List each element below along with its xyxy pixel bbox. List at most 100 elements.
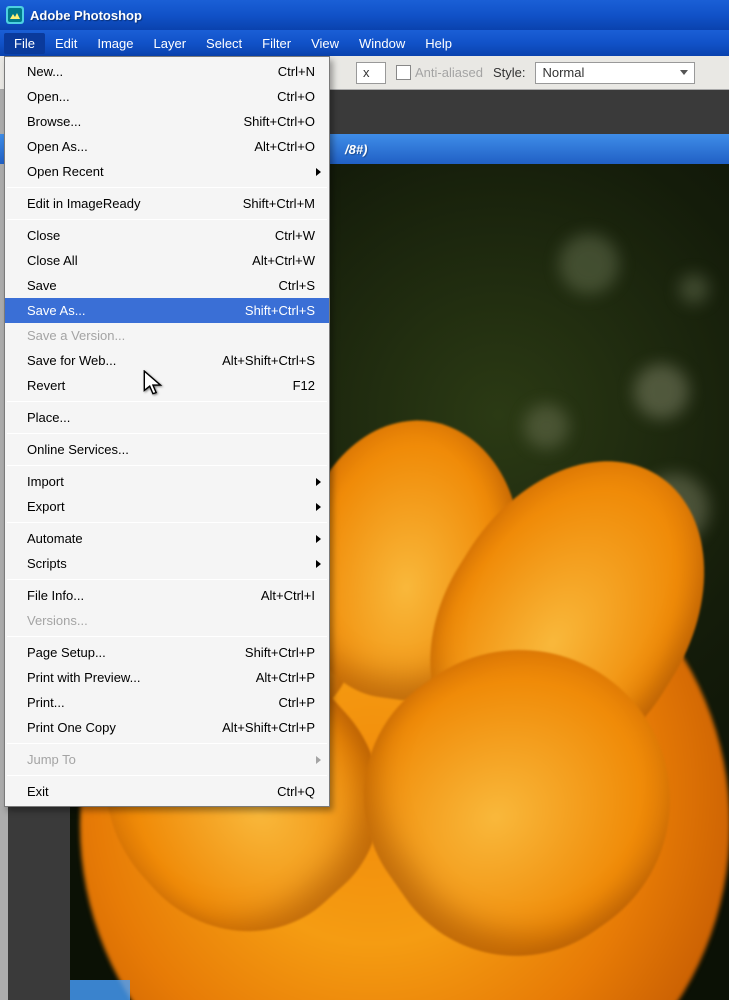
menu-view[interactable]: View (301, 33, 349, 54)
window-titlebar: Adobe Photoshop (0, 0, 729, 30)
menu-item-shortcut: Ctrl+W (195, 228, 315, 243)
app-title: Adobe Photoshop (30, 8, 142, 23)
menu-item-label: Open Recent (27, 164, 315, 179)
menu-item-label: Print One Copy (27, 720, 195, 735)
menu-item-save-for-web[interactable]: Save for Web...Alt+Shift+Ctrl+S (5, 348, 329, 373)
menu-item-label: Edit in ImageReady (27, 196, 195, 211)
menu-item-exit[interactable]: ExitCtrl+Q (5, 779, 329, 804)
menu-item-place[interactable]: Place... (5, 405, 329, 430)
menu-item-shortcut: Alt+Shift+Ctrl+S (195, 353, 315, 368)
menu-item-shortcut: Shift+Ctrl+M (195, 196, 315, 211)
menu-item-shortcut: Ctrl+Q (195, 784, 315, 799)
menu-item-label: Import (27, 474, 315, 489)
submenu-arrow-icon (316, 560, 321, 568)
anti-aliased-label: Anti-aliased (415, 65, 483, 80)
submenu-arrow-icon (316, 535, 321, 543)
background-bokeh (559, 234, 619, 294)
menu-item-new[interactable]: New...Ctrl+N (5, 59, 329, 84)
style-select[interactable]: Normal (535, 62, 695, 84)
menu-item-shortcut: Shift+Ctrl+P (195, 645, 315, 660)
menu-item-close[interactable]: CloseCtrl+W (5, 223, 329, 248)
menu-image[interactable]: Image (87, 33, 143, 54)
menu-item-close-all[interactable]: Close AllAlt+Ctrl+W (5, 248, 329, 273)
menu-item-label: Scripts (27, 556, 315, 571)
submenu-arrow-icon (316, 478, 321, 486)
menu-item-label: Export (27, 499, 315, 514)
menu-item-label: Save As... (27, 303, 195, 318)
menu-item-shortcut: Shift+Ctrl+O (195, 114, 315, 129)
menu-separator (7, 433, 327, 434)
menubar: FileEditImageLayerSelectFilterViewWindow… (0, 30, 729, 56)
menu-item-label: Close All (27, 253, 195, 268)
menu-item-open-recent[interactable]: Open Recent (5, 159, 329, 184)
menu-item-print-one-copy[interactable]: Print One CopyAlt+Shift+Ctrl+P (5, 715, 329, 740)
menu-item-label: Online Services... (27, 442, 315, 457)
anti-aliased-option: Anti-aliased (396, 65, 483, 80)
menu-item-print[interactable]: Print...Ctrl+P (5, 690, 329, 715)
menu-item-file-info[interactable]: File Info...Alt+Ctrl+I (5, 583, 329, 608)
options-px-field[interactable]: x (356, 62, 386, 84)
menu-item-revert[interactable]: RevertF12 (5, 373, 329, 398)
menu-item-save[interactable]: SaveCtrl+S (5, 273, 329, 298)
menu-item-import[interactable]: Import (5, 469, 329, 494)
chevron-down-icon (680, 70, 688, 75)
anti-aliased-checkbox[interactable] (396, 65, 411, 80)
menu-item-label: Browse... (27, 114, 195, 129)
menu-item-label: Save (27, 278, 195, 293)
menu-item-scripts[interactable]: Scripts (5, 551, 329, 576)
photoshop-app-icon (6, 6, 24, 24)
menu-item-edit-in-imageready[interactable]: Edit in ImageReadyShift+Ctrl+M (5, 191, 329, 216)
menu-separator (7, 219, 327, 220)
menu-separator (7, 187, 327, 188)
menu-item-shortcut: Ctrl+O (195, 89, 315, 104)
menu-item-label: Jump To (27, 752, 315, 767)
menu-item-shortcut: Alt+Ctrl+W (195, 253, 315, 268)
selection-highlight (70, 980, 130, 1000)
menu-item-shortcut: Alt+Shift+Ctrl+P (195, 720, 315, 735)
menu-item-page-setup[interactable]: Page Setup...Shift+Ctrl+P (5, 640, 329, 665)
menu-edit[interactable]: Edit (45, 33, 87, 54)
menu-item-label: Open As... (27, 139, 195, 154)
menu-item-shortcut: Alt+Ctrl+I (195, 588, 315, 603)
menu-item-open-as[interactable]: Open As...Alt+Ctrl+O (5, 134, 329, 159)
menu-separator (7, 401, 327, 402)
menu-file[interactable]: File (4, 33, 45, 54)
document-title-text: /8#) (345, 142, 367, 157)
menu-separator (7, 743, 327, 744)
menu-item-shortcut: Ctrl+S (195, 278, 315, 293)
menu-layer[interactable]: Layer (144, 33, 197, 54)
menu-item-print-with-preview[interactable]: Print with Preview...Alt+Ctrl+P (5, 665, 329, 690)
menu-item-export[interactable]: Export (5, 494, 329, 519)
menu-item-shortcut: Shift+Ctrl+S (195, 303, 315, 318)
menu-item-label: Revert (27, 378, 195, 393)
background-bokeh (679, 274, 709, 304)
menu-item-label: New... (27, 64, 195, 79)
menu-item-label: Versions... (27, 613, 315, 628)
submenu-arrow-icon (316, 503, 321, 511)
menu-item-online-services[interactable]: Online Services... (5, 437, 329, 462)
menu-item-label: Automate (27, 531, 315, 546)
menu-item-jump-to: Jump To (5, 747, 329, 772)
menu-separator (7, 579, 327, 580)
menu-separator (7, 636, 327, 637)
menu-window[interactable]: Window (349, 33, 415, 54)
file-menu-dropdown: New...Ctrl+NOpen...Ctrl+OBrowse...Shift+… (4, 56, 330, 807)
menu-help[interactable]: Help (415, 33, 462, 54)
menu-item-label: Page Setup... (27, 645, 195, 660)
menu-item-shortcut: F12 (195, 378, 315, 393)
menu-item-shortcut: Alt+Ctrl+O (195, 139, 315, 154)
menu-item-label: File Info... (27, 588, 195, 603)
menu-item-shortcut: Ctrl+N (195, 64, 315, 79)
menu-item-automate[interactable]: Automate (5, 526, 329, 551)
menu-item-open[interactable]: Open...Ctrl+O (5, 84, 329, 109)
menu-separator (7, 522, 327, 523)
menu-select[interactable]: Select (196, 33, 252, 54)
submenu-arrow-icon (316, 168, 321, 176)
menu-item-save-as[interactable]: Save As...Shift+Ctrl+S (5, 298, 329, 323)
menu-filter[interactable]: Filter (252, 33, 301, 54)
menu-separator (7, 465, 327, 466)
menu-item-save-a-version: Save a Version... (5, 323, 329, 348)
menu-item-browse[interactable]: Browse...Shift+Ctrl+O (5, 109, 329, 134)
menu-item-label: Print... (27, 695, 195, 710)
options-px-suffix: x (363, 65, 370, 80)
